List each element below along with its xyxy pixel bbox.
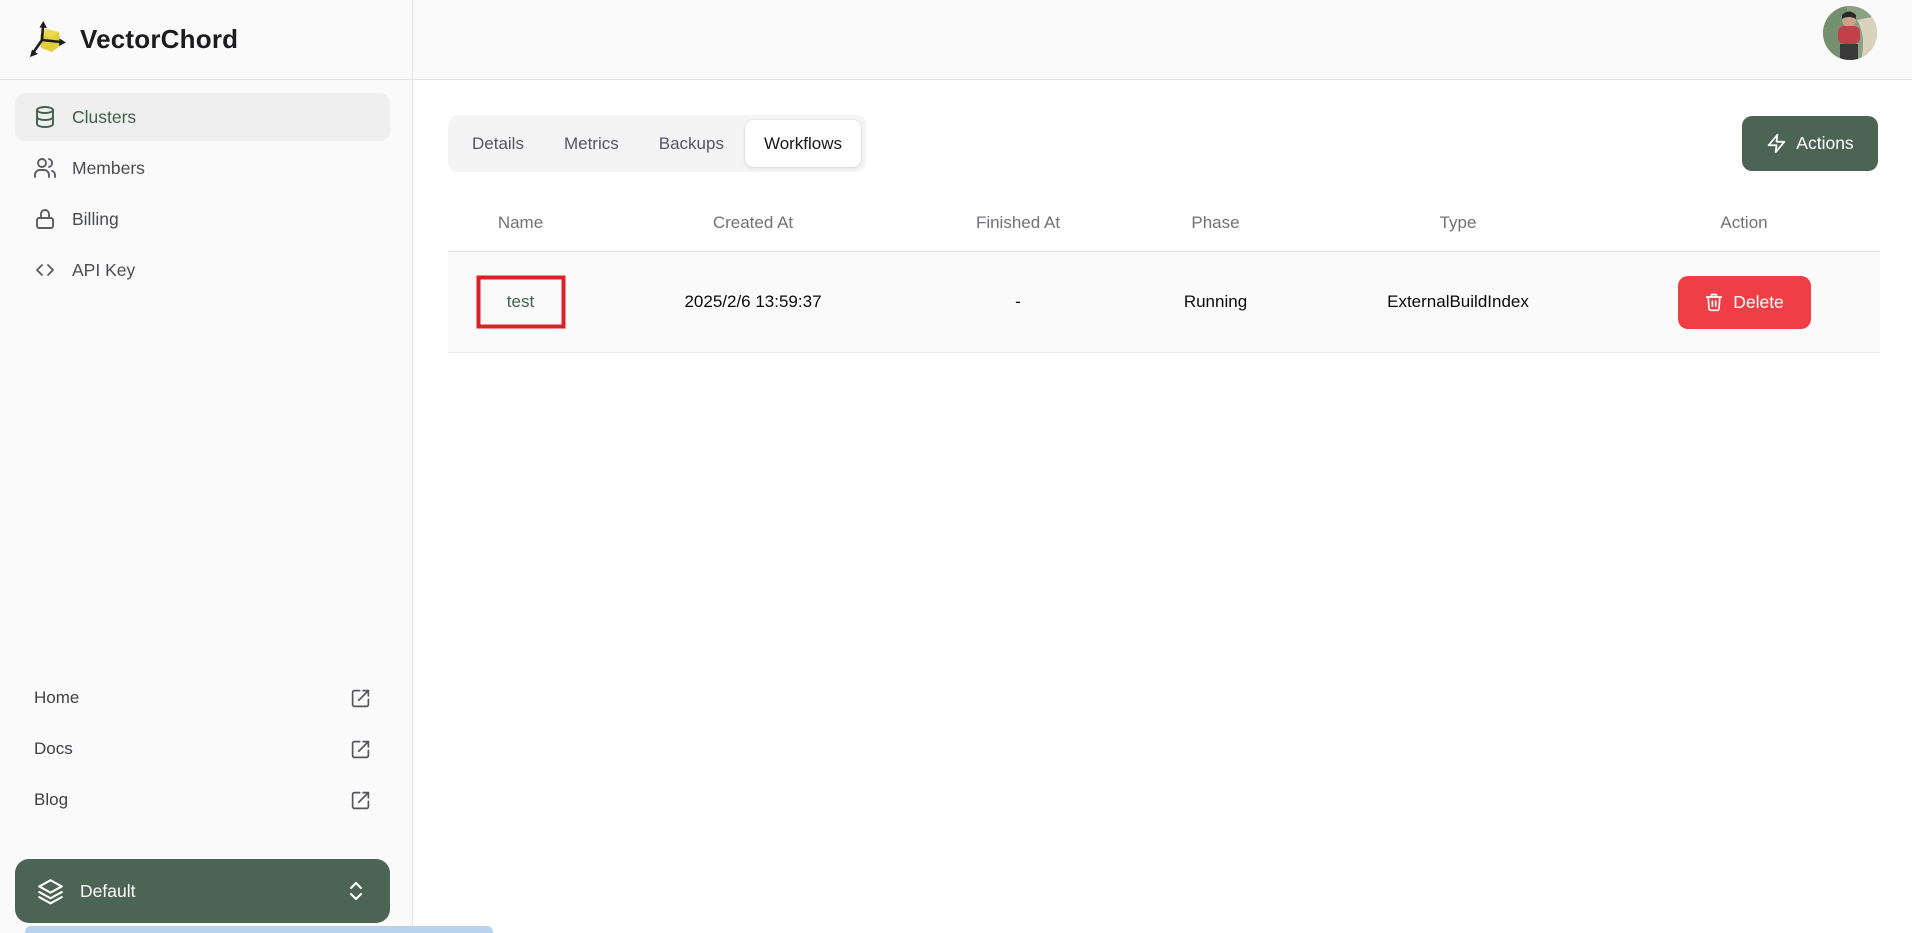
org-switcher-label: Default (80, 881, 328, 902)
column-header-action: Action (1608, 195, 1880, 251)
workflow-name-link[interactable]: test (507, 292, 534, 312)
workflow-created-at: 2025/2/6 13:59:37 (593, 252, 913, 352)
org-switcher-button[interactable]: Default (15, 859, 390, 923)
sidebar-item-members[interactable]: Members (15, 144, 390, 192)
sidebar-item-label: Clusters (72, 107, 136, 128)
column-header-created-at: Created At (593, 195, 913, 251)
topbar (413, 0, 1912, 80)
sidebar-link-label: Docs (34, 739, 73, 759)
users-icon (33, 156, 57, 180)
app-logo: VectorChord (0, 0, 412, 80)
trash-icon (1704, 292, 1724, 312)
workflow-action-cell: Delete (1608, 252, 1880, 352)
database-icon (33, 105, 57, 129)
column-header-finished-at: Finished At (913, 195, 1123, 251)
external-link-icon (350, 739, 371, 760)
sidebar-external-links: Home Docs Blog (15, 674, 390, 824)
chevrons-up-down-icon (344, 879, 368, 903)
column-header-phase: Phase (1123, 195, 1308, 251)
tab-backups[interactable]: Backups (640, 120, 743, 167)
user-avatar[interactable] (1823, 6, 1877, 60)
column-header-type: Type (1308, 195, 1608, 251)
sidebar-link-blog[interactable]: Blog (15, 776, 390, 824)
external-link-icon (350, 688, 371, 709)
sidebar-item-label: API Key (72, 260, 135, 281)
delete-button[interactable]: Delete (1678, 276, 1811, 329)
sidebar: VectorChord Clusters Memb (0, 0, 413, 933)
bottom-edge-strip (25, 926, 493, 933)
tab-details[interactable]: Details (453, 120, 543, 167)
table-row: test 2025/2/6 13:59:37 - Running Externa… (448, 251, 1880, 353)
sidebar-item-billing[interactable]: Billing (15, 195, 390, 243)
sidebar-link-home[interactable]: Home (15, 674, 390, 722)
main-content: Details Metrics Backups Workflows Action… (413, 81, 1912, 933)
sidebar-item-label: Members (72, 158, 145, 179)
app-title: VectorChord (80, 24, 238, 55)
sidebar-link-label: Home (34, 688, 79, 708)
sidebar-item-api-key[interactable]: API Key (15, 246, 390, 294)
workflow-phase: Running (1123, 252, 1308, 352)
table-header-row: Name Created At Finished At Phase Type A… (448, 195, 1880, 251)
vectorchord-logo-icon (30, 19, 70, 61)
workflow-name-cell: test (448, 252, 593, 352)
sidebar-item-label: Billing (72, 209, 119, 230)
column-header-name: Name (448, 195, 593, 251)
lock-icon (33, 207, 57, 231)
sidebar-link-docs[interactable]: Docs (15, 725, 390, 773)
tab-workflows[interactable]: Workflows (745, 120, 861, 167)
workflow-type: ExternalBuildIndex (1308, 252, 1608, 352)
delete-button-label: Delete (1733, 292, 1784, 313)
sidebar-link-label: Blog (34, 790, 68, 810)
code-icon (33, 258, 57, 282)
sidebar-item-clusters[interactable]: Clusters (15, 93, 390, 141)
sidebar-nav: Clusters Members Billing (15, 93, 390, 294)
zap-icon (1766, 133, 1787, 154)
actions-button[interactable]: Actions (1742, 116, 1878, 171)
external-link-icon (350, 790, 371, 811)
layers-icon (37, 878, 64, 905)
actions-button-label: Actions (1796, 133, 1853, 154)
workflow-finished-at: - (913, 252, 1123, 352)
workflows-table: Name Created At Finished At Phase Type A… (448, 195, 1880, 353)
tab-metrics[interactable]: Metrics (545, 120, 638, 167)
cluster-tabs: Details Metrics Backups Workflows (448, 115, 866, 172)
